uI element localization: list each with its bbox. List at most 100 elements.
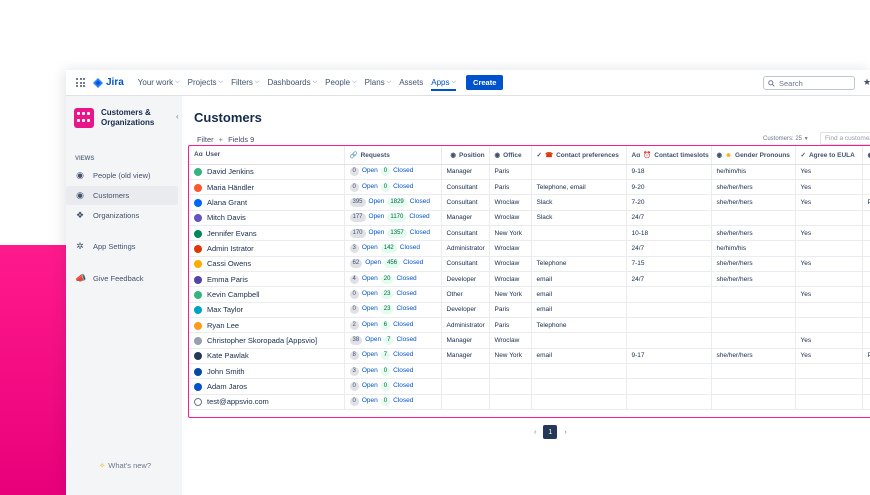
closed-requests-link[interactable]: Closed	[393, 397, 413, 404]
closed-requests-link[interactable]: Closed	[410, 198, 430, 205]
closed-requests-link[interactable]: Closed	[396, 275, 416, 282]
page-button-current[interactable]: 1	[543, 425, 558, 439]
contact-timeslots-cell[interactable]	[626, 394, 712, 411]
agree-to-eula-cell[interactable]	[795, 240, 863, 257]
extra-cell[interactable]	[862, 363, 870, 380]
open-requests-link[interactable]: Open	[362, 367, 378, 374]
user-cell[interactable]: Adam Jaros	[189, 378, 345, 395]
agree-to-eula-cell[interactable]: Yes	[795, 225, 863, 242]
table-row[interactable]: Mitch Davis 177 Open 1170 Closed Manager Wrocl…	[189, 210, 870, 226]
closed-requests-link[interactable]: Closed	[393, 382, 413, 389]
find-customer-input[interactable]: Find a customer	[820, 132, 870, 145]
position-cell[interactable]	[441, 363, 490, 380]
contact-timeslots-cell[interactable]	[626, 332, 712, 349]
closed-requests-link[interactable]: Closed	[396, 290, 416, 297]
position-cell[interactable]: Manager	[441, 210, 490, 226]
nav-your-work[interactable]: Your work ⌵	[138, 78, 180, 87]
nav-plans[interactable]: Plans ⌵	[365, 78, 392, 87]
open-requests-link[interactable]: Open	[362, 183, 378, 190]
gender-pronouns-cell[interactable]: he/him/his	[711, 240, 796, 257]
agree-to-eula-cell[interactable]: Yes	[795, 348, 863, 364]
contact-timeslots-cell[interactable]: 7-15	[626, 256, 712, 272]
agree-to-eula-cell[interactable]	[795, 271, 863, 288]
column-position[interactable]: ◉ Position	[441, 146, 490, 165]
contact-preferences-cell[interactable]: Slack	[531, 194, 627, 211]
column-user[interactable]: Aɑ User	[189, 146, 345, 165]
extra-cell[interactable]	[862, 179, 870, 196]
user-cell[interactable]: Emma Paris	[189, 271, 345, 288]
gender-pronouns-cell[interactable]: he/him/his	[711, 164, 796, 180]
position-cell[interactable]	[441, 394, 490, 411]
contact-timeslots-cell[interactable]: 9-18	[626, 164, 712, 180]
office-cell[interactable]: Wroclaw	[489, 271, 532, 288]
closed-requests-link[interactable]: Closed	[396, 305, 416, 312]
open-requests-link[interactable]: Open	[365, 259, 381, 266]
open-requests-link[interactable]: Open	[362, 275, 378, 282]
extra-cell[interactable]	[862, 286, 870, 303]
table-row[interactable]: David Jenkins 0 Open 0 Closed Manager Paris 9-1…	[189, 164, 870, 180]
contact-preferences-cell[interactable]: Telephone, email	[531, 179, 627, 196]
extra-cell[interactable]	[862, 394, 870, 411]
office-cell[interactable]: Wroclaw	[489, 194, 532, 211]
nav-filters[interactable]: Filters ⌵	[231, 78, 259, 87]
position-cell[interactable]: Consultant	[441, 225, 490, 242]
nav-assets[interactable]: Assets	[399, 78, 423, 87]
extra-cell[interactable]	[862, 225, 870, 242]
gender-pronouns-cell[interactable]: she/her/hers	[711, 271, 796, 288]
closed-requests-link[interactable]: Closed	[393, 183, 413, 190]
extra-cell[interactable]: Pe	[862, 194, 870, 211]
sidebar-item-organizations[interactable]: ❖ Organizations	[66, 206, 178, 225]
closed-requests-link[interactable]: Closed	[409, 213, 429, 220]
agree-to-eula-cell[interactable]: Yes	[795, 194, 863, 211]
column-requests[interactable]: 🔗 Requests	[344, 146, 442, 165]
whats-new-link[interactable]: ✧ What's new?	[99, 461, 151, 470]
position-cell[interactable]: Consultant	[441, 179, 490, 196]
project-header[interactable]: Customers & Organizations	[66, 96, 182, 128]
agree-to-eula-cell[interactable]	[795, 302, 863, 318]
user-cell[interactable]: Kevin Campbell	[189, 286, 345, 303]
table-row[interactable]: Adam Jaros 0 Open 0 Closed	[189, 378, 870, 395]
office-cell[interactable]	[489, 363, 532, 380]
collapse-sidebar-icon[interactable]: ‹	[176, 112, 179, 121]
column-contact-timeslots[interactable]: Aɑ ⏰ Contact timeslots	[626, 146, 712, 165]
gender-pronouns-cell[interactable]: she/her/hers	[711, 225, 796, 242]
closed-requests-link[interactable]: Closed	[393, 351, 413, 358]
contact-timeslots-cell[interactable]: 9-17	[626, 348, 712, 364]
extra-cell[interactable]	[862, 302, 870, 318]
office-cell[interactable]: Wroclaw	[489, 256, 532, 272]
open-requests-link[interactable]: Open	[369, 213, 385, 220]
position-cell[interactable]: Manager	[441, 332, 490, 349]
extra-cell[interactable]	[862, 317, 870, 334]
nav-dashboards[interactable]: Dashboards ⌵	[267, 78, 317, 87]
agree-to-eula-cell[interactable]	[795, 317, 863, 334]
contact-timeslots-cell[interactable]: 7-20	[626, 194, 712, 211]
table-row[interactable]: Maria Händler 0 Open 0 Closed Consultant Paris…	[189, 179, 870, 196]
table-row[interactable]: John Smith 3 Open 0 Closed	[189, 363, 870, 380]
contact-preferences-cell[interactable]	[531, 240, 627, 257]
agree-to-eula-cell[interactable]	[795, 394, 863, 411]
contact-preferences-cell[interactable]	[531, 332, 627, 349]
user-cell[interactable]: John Smith	[189, 363, 345, 380]
agree-to-eula-cell[interactable]: Yes	[795, 286, 863, 303]
table-row[interactable]: Emma Paris 4 Open 20 Closed Developer Wroclaw e…	[189, 271, 870, 288]
extra-cell[interactable]	[862, 256, 870, 272]
open-requests-link[interactable]: Open	[369, 229, 385, 236]
sidebar-item-app-settings[interactable]: ✲ App Settings	[66, 237, 178, 256]
column-agree-to-eula[interactable]: ✓ Agree to EULA	[795, 146, 863, 165]
gender-pronouns-cell[interactable]	[711, 302, 796, 318]
extra-cell[interactable]	[862, 332, 870, 349]
gender-pronouns-cell[interactable]	[711, 363, 796, 380]
column-gender-pronouns[interactable]: ◉ ☻ Gender Pronouns	[711, 146, 796, 165]
contact-timeslots-cell[interactable]	[626, 317, 712, 334]
user-cell[interactable]: Max Taylor	[189, 302, 345, 318]
table-row[interactable]: Admin Istrator 3 Open 142 Closed Administrato…	[189, 240, 870, 257]
contact-timeslots-cell[interactable]	[626, 302, 712, 318]
agree-to-eula-cell[interactable]	[795, 210, 863, 226]
closed-requests-link[interactable]: Closed	[393, 367, 413, 374]
office-cell[interactable]: Paris	[489, 179, 532, 196]
contact-preferences-cell[interactable]: email	[531, 271, 627, 288]
open-requests-link[interactable]: Open	[362, 321, 378, 328]
contact-timeslots-cell[interactable]: 24/7	[626, 210, 712, 226]
jira-logo[interactable]: Jira	[93, 77, 124, 88]
closed-requests-link[interactable]: Closed	[403, 259, 423, 266]
